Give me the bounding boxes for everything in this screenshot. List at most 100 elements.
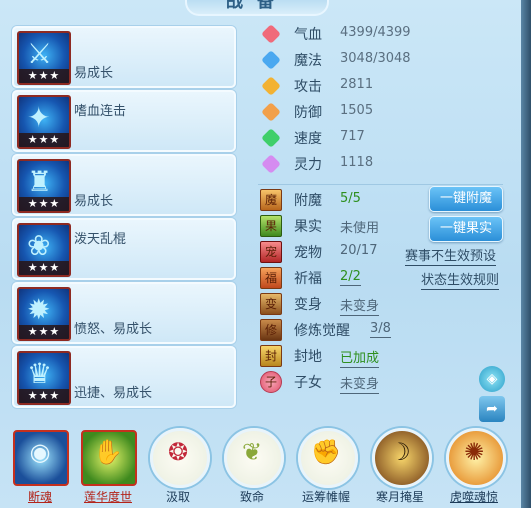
- attr-value[interactable]: 2/2: [340, 269, 361, 286]
- star-rating: ★★★: [19, 69, 69, 83]
- enchant-icon: 魔: [260, 189, 282, 211]
- orb-icon[interactable]: ◈: [479, 366, 505, 392]
- cultivation-icon: 修: [260, 319, 282, 341]
- skill-name: 泼天乱棍: [74, 232, 127, 247]
- stat-value: 2811: [340, 77, 374, 92]
- skill-name: 迅捷、易成长: [74, 386, 153, 401]
- stat-row-attack: 攻击 2811: [258, 74, 528, 98]
- swift-icon: ♛ ★★★: [17, 351, 71, 405]
- divider: [258, 184, 503, 185]
- skill-label: 断魂: [27, 490, 52, 504]
- fief-icon: 封: [260, 345, 282, 367]
- attr-label: 修炼觉醒: [294, 323, 350, 339]
- skill-card[interactable]: ❀ ★★★ 泼天乱棍: [12, 218, 236, 280]
- rage-icon: ✹ ★★★: [17, 287, 71, 341]
- bottom-skill[interactable]: ✊ 运筹帷幄: [296, 428, 358, 508]
- pet-icon: 宠: [260, 241, 282, 263]
- attr-value[interactable]: 未变身: [340, 295, 380, 316]
- equipment-panel: 战备 ⚔ ★★★ 易成长 ✦ ★★★ 嗜血连击 ♜ ★★★ 易成长 ❀ ★★★ …: [0, 0, 531, 508]
- attr-value: 20/17: [340, 243, 378, 258]
- skill-card[interactable]: ♛ ★★★ 迅捷、易成长: [12, 346, 236, 408]
- bottom-skill[interactable]: ✋ 莲华度世: [78, 428, 138, 508]
- blessing-icon: 福: [260, 267, 282, 289]
- one-click-enchant-button[interactable]: 一键附魔: [429, 186, 503, 212]
- skill-glyph: ❂: [167, 438, 189, 466]
- attr-label: 子女: [294, 375, 322, 391]
- star-rating: ★★★: [19, 325, 69, 339]
- attr-value[interactable]: 未变身: [340, 373, 380, 394]
- stat-label: 灵力: [294, 157, 322, 173]
- stat-row-speed: 速度 717: [258, 126, 528, 150]
- skill-label: 莲华度世: [83, 490, 132, 504]
- skill-glyph: ✺: [463, 438, 485, 466]
- stat-value: 717: [340, 129, 365, 144]
- stat-value: 3048/3048: [340, 51, 411, 66]
- attr-value[interactable]: 已加成: [340, 347, 380, 368]
- one-click-fruit-button[interactable]: 一键果实: [429, 216, 503, 242]
- bottom-skill[interactable]: ❂ 汲取: [148, 428, 210, 508]
- skill-label: 汲取: [165, 490, 190, 504]
- attr-value: 5/5: [340, 191, 361, 206]
- spear-icon: ⚔ ★★★: [17, 31, 71, 85]
- skill-card[interactable]: ♜ ★★★ 易成长: [12, 154, 236, 216]
- attr-label: 变身: [294, 297, 322, 313]
- skill-card[interactable]: ✹ ★★★ 愤怒、易成长: [12, 282, 236, 344]
- skill-label: 寒月掩星: [375, 490, 424, 504]
- attr-value: 未使用: [340, 221, 380, 236]
- stat-value: 1505: [340, 103, 374, 118]
- skill-name: 嗜血连击: [74, 104, 127, 119]
- star-rating: ★★★: [19, 261, 69, 275]
- spirit-icon: [260, 153, 282, 175]
- bottom-skill[interactable]: ✺ 虎噬魂惊: [444, 428, 506, 508]
- attr-label: 封地: [294, 349, 322, 365]
- skill-glyph: ✋: [93, 438, 123, 466]
- speed-icon: [260, 127, 282, 149]
- skill-glyph: ◉: [29, 438, 51, 466]
- panel-title-tab: 战备: [185, 0, 329, 16]
- skill-label: 虎噬魂惊: [449, 490, 498, 504]
- defense-icon: [260, 101, 282, 123]
- skill-label: 运筹帷幄: [301, 490, 350, 504]
- skill-name: 易成长: [74, 66, 114, 81]
- share-icon[interactable]: ➦: [479, 396, 505, 422]
- skill-card[interactable]: ⚔ ★★★ 易成长: [12, 26, 236, 88]
- armor-icon: ♜ ★★★: [17, 159, 71, 213]
- stat-label: 魔法: [294, 53, 322, 69]
- heart-icon: [260, 23, 282, 45]
- skill-label: 致命: [239, 490, 264, 504]
- stat-row-spirit: 灵力 1118: [258, 152, 528, 176]
- attr-label: 果实: [294, 219, 322, 235]
- event-preset-link[interactable]: 赛事不生效预设: [405, 245, 497, 266]
- fruit-icon: 果: [260, 215, 282, 237]
- stat-row-mp: 魔法 3048/3048: [258, 48, 528, 72]
- stat-row-defense: 防御 1505: [258, 100, 528, 124]
- stat-row-hp: 气血 4399/4399: [258, 22, 528, 46]
- state-rules-link[interactable]: 状态生效规则: [421, 269, 500, 290]
- star-rating: ★★★: [19, 197, 69, 211]
- attr-value[interactable]: 3/8: [370, 321, 391, 338]
- skill-glyph: ✊: [311, 438, 341, 466]
- bottom-skill[interactable]: ◉ 断魂: [10, 428, 70, 508]
- stat-value: 4399/4399: [340, 25, 411, 40]
- skill-glyph: ☽: [389, 438, 411, 466]
- skill-card[interactable]: ✦ ★★★ 嗜血连击: [12, 90, 236, 152]
- stat-label: 速度: [294, 131, 322, 147]
- stat-value: 1118: [340, 155, 374, 170]
- skill-glyph: ❦: [241, 438, 263, 466]
- attr-row-fengdi: 封 封地 已加成: [258, 344, 528, 368]
- bloodthirst-icon: ✦ ★★★: [17, 95, 71, 149]
- stat-label: 防御: [294, 105, 322, 121]
- star-rating: ★★★: [19, 389, 69, 403]
- attr-label: 祈福: [294, 271, 322, 287]
- stat-label: 气血: [294, 27, 322, 43]
- dragon-icon: ❀ ★★★: [17, 223, 71, 277]
- skill-name: 愤怒、易成长: [74, 322, 153, 337]
- child-icon: 子: [260, 371, 282, 393]
- attr-label: 宠物: [294, 245, 322, 261]
- bottom-skill[interactable]: ❦ 致命: [222, 428, 284, 508]
- transform-icon: 变: [260, 293, 282, 315]
- attr-row-xiulian: 修 修炼觉醒 3/8: [258, 318, 528, 342]
- attr-label: 附魔: [294, 193, 322, 209]
- attack-icon: [260, 75, 282, 97]
- bottom-skill[interactable]: ☽ 寒月掩星: [370, 428, 432, 508]
